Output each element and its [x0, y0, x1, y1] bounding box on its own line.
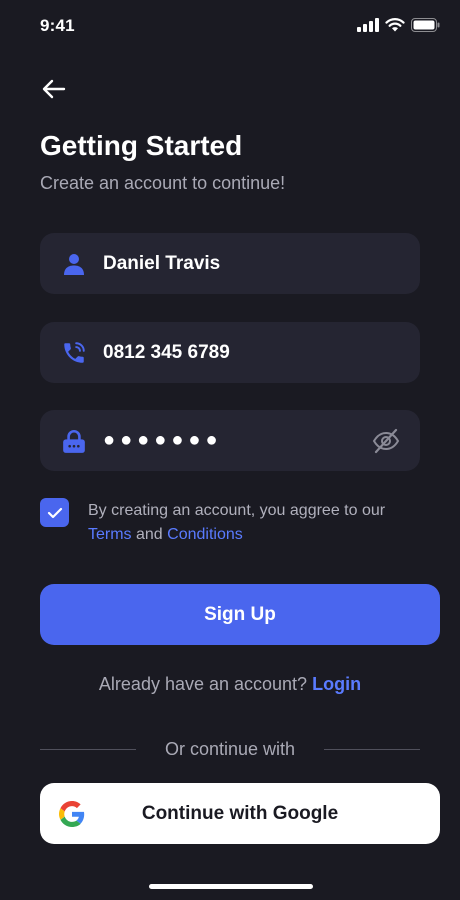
lock-icon	[60, 427, 88, 455]
home-indicator	[149, 884, 313, 889]
phone-field[interactable]	[40, 322, 420, 383]
divider: Or continue with	[40, 739, 420, 761]
arrow-left-icon	[42, 79, 66, 99]
battery-icon	[411, 18, 440, 32]
google-icon	[59, 801, 85, 827]
phone-icon	[60, 339, 88, 367]
signal-icon	[357, 18, 379, 32]
google-sign-in-button[interactable]: Continue with Google	[40, 783, 440, 844]
agreement-text-before: By creating an account, you aggree to ou…	[88, 502, 386, 519]
login-prompt-text: Already have an account?	[98, 674, 313, 694]
phone-input[interactable]	[103, 341, 353, 364]
back-button[interactable]	[38, 74, 70, 104]
check-icon	[47, 507, 62, 518]
status-bar: 9:41	[0, 0, 460, 52]
status-time: 9:41	[40, 16, 75, 35]
login-link[interactable]: Login	[312, 674, 361, 694]
password-visibility-toggle[interactable]	[372, 427, 400, 455]
password-field[interactable]	[40, 410, 420, 471]
eye-off-icon	[372, 428, 400, 454]
name-field[interactable]	[40, 233, 420, 294]
user-icon	[60, 250, 88, 278]
password-input[interactable]	[103, 429, 353, 452]
agreement-text: By creating an account, you aggree to ou…	[88, 499, 418, 547]
status-icons	[357, 18, 440, 32]
agreement-text-and: and	[131, 526, 168, 543]
page-subtitle: Create an account to continue!	[40, 173, 286, 193]
login-prompt: Already have an account? Login	[0, 674, 460, 695]
google-button-label: Continue with Google	[141, 802, 339, 824]
wifi-icon	[385, 18, 405, 32]
page-title: Getting Started	[40, 130, 243, 161]
name-input[interactable]	[103, 252, 353, 275]
agree-checkbox[interactable]	[40, 498, 69, 527]
sign-up-button[interactable]: Sign Up	[40, 584, 440, 645]
conditions-link[interactable]: Conditions	[167, 526, 243, 543]
divider-line-right	[324, 749, 420, 750]
terms-link[interactable]: Terms	[88, 526, 132, 543]
